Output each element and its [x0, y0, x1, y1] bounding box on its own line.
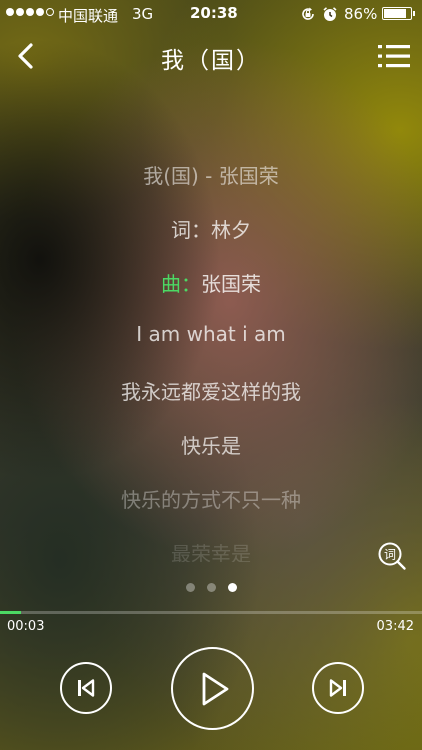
skip-next-icon	[329, 679, 346, 697]
total-time: 03:42	[376, 619, 414, 634]
lyrics-panel[interactable]: 我(国) - 张国荣 词：林夕 曲：张国荣 I am what i am 我永远…	[0, 152, 422, 562]
page-dot[interactable]	[185, 583, 195, 592]
battery-percent: 86%	[344, 5, 378, 23]
lyric-line: I am what i am	[136, 322, 286, 346]
battery-icon	[382, 7, 415, 20]
skip-previous-icon	[78, 679, 95, 697]
lyric-search-label: 词	[384, 548, 396, 562]
list-menu-icon	[378, 45, 410, 68]
page-dot-active[interactable]	[227, 583, 237, 592]
play-icon	[202, 672, 228, 705]
page-dot[interactable]	[206, 583, 216, 592]
play-button[interactable]	[171, 647, 254, 730]
status-bar: 中国联通 3G 20:38 86%	[0, 0, 422, 28]
current-time: 00:03	[7, 619, 45, 634]
signal-strength-icon	[6, 8, 54, 16]
lyric-line: 快乐是	[181, 434, 241, 458]
status-time: 20:38	[190, 4, 238, 22]
lyric-search-icon: 词	[378, 542, 406, 570]
carrier-name: 中国联通	[58, 7, 119, 25]
composer-name: 张国荣	[201, 272, 261, 296]
alarm-icon	[322, 6, 338, 26]
lyric-highlight: 曲：	[161, 272, 201, 296]
lyric-line: 快乐的方式不只一种	[121, 488, 301, 512]
lyric-line: 我永远都爱这样的我	[121, 380, 301, 404]
playlist-menu-button[interactable]	[376, 40, 412, 72]
progress-bar[interactable]	[0, 611, 422, 614]
next-button[interactable]	[312, 662, 364, 714]
nav-bar: 我（国）	[0, 28, 422, 84]
rotation-lock-icon	[300, 6, 316, 26]
lyric-line: 最荣幸是	[171, 542, 251, 562]
previous-button[interactable]	[60, 662, 112, 714]
page-indicator	[0, 583, 422, 592]
network-type: 3G	[132, 5, 154, 23]
progress-fill	[0, 611, 22, 614]
lyric-search-button[interactable]: 词	[377, 541, 407, 571]
lyric-line: 我(国) - 张国荣	[143, 164, 279, 188]
page-title: 我（国）	[161, 48, 261, 74]
lyric-line: 词：林夕	[171, 218, 251, 242]
lyric-line-current: 曲：张国荣	[0, 268, 422, 297]
